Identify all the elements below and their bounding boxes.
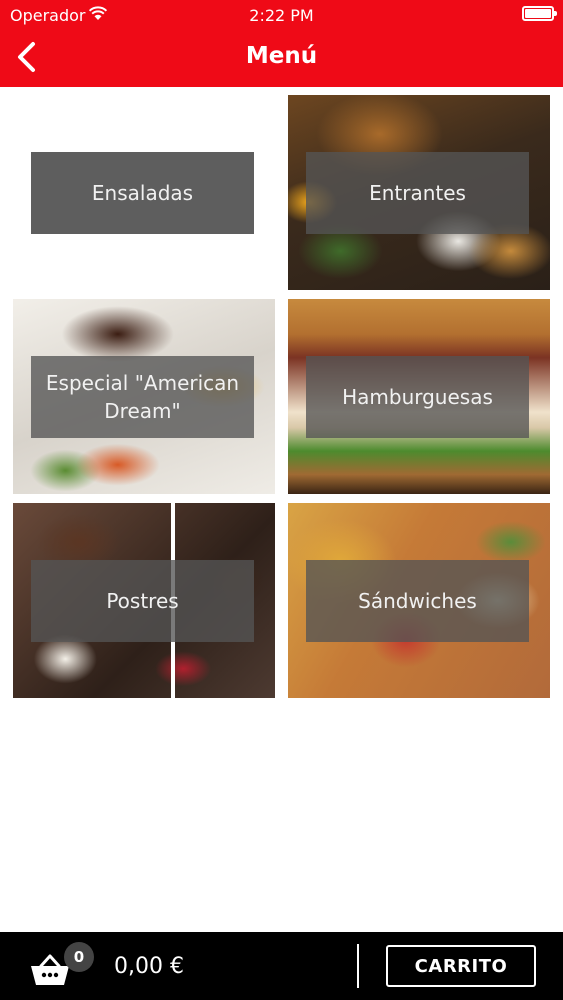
status-bar: Operador 2:22 PM: [0, 0, 563, 30]
category-tile-hamburguesas[interactable]: Hamburguesas: [288, 299, 550, 494]
cart-button[interactable]: CARRITO: [386, 945, 536, 987]
battery-icon: [522, 6, 557, 21]
status-time: 2:22 PM: [249, 6, 314, 25]
app-header: Operador 2:22 PM Menú: [0, 0, 563, 87]
category-label: Hamburguesas: [306, 356, 529, 438]
cart-bar: 0 0,00 € CARRITO: [0, 932, 563, 1000]
divider: [357, 944, 359, 988]
category-label: Ensaladas: [31, 152, 254, 234]
page-title: Menú: [245, 43, 318, 69]
category-tile-postres[interactable]: Postres: [13, 503, 275, 698]
cart-total: 0,00 €: [114, 954, 184, 979]
category-label: Especial "American Dream": [31, 356, 254, 438]
category-tile-entrantes[interactable]: Entrantes: [288, 95, 550, 290]
category-tile-sandwiches[interactable]: Sándwiches: [288, 503, 550, 698]
cart-count-badge: 0: [64, 942, 94, 972]
category-tile-ensaladas[interactable]: Ensaladas: [13, 95, 275, 290]
category-label: Postres: [31, 560, 254, 642]
chevron-left-icon[interactable]: [12, 40, 42, 74]
category-label: Entrantes: [306, 152, 529, 234]
category-tile-especial-american-dream[interactable]: Especial "American Dream": [13, 299, 275, 494]
category-label: Sándwiches: [306, 560, 529, 642]
